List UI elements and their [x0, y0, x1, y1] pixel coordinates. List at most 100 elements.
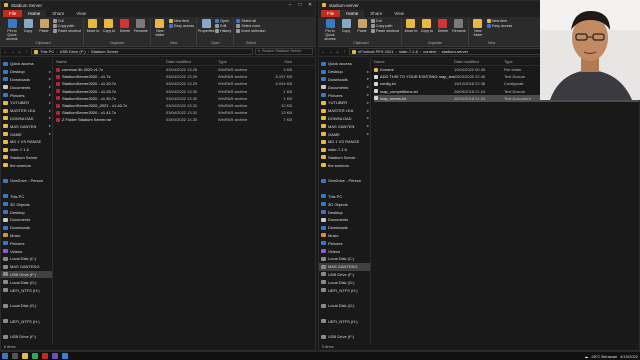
nav-item[interactable]: Downloads — [1, 224, 52, 232]
nav-item[interactable]: Music — [1, 232, 52, 240]
tab-view[interactable]: View — [70, 10, 92, 17]
forward-button[interactable]: → — [10, 49, 15, 55]
nav-item[interactable]: Videos — [319, 247, 370, 255]
column-type[interactable]: Type — [218, 59, 262, 64]
easy-access-button[interactable]: Easy access — [486, 24, 512, 28]
nav-item[interactable]: Downloads ✱ — [319, 76, 370, 84]
nav-item[interactable]: MAS GANTEN ✱ — [1, 122, 52, 130]
nav-item[interactable]: YUTUBER ✱ — [319, 99, 370, 107]
breadcrumb-this-pc[interactable]: This PC — [40, 49, 54, 54]
nav-item[interactable]: Pictures ✱ — [1, 91, 52, 99]
nav-item[interactable]: UEFI_NTFS (H:) — [319, 317, 370, 325]
nav-item[interactable]: OneDrive - Person — [1, 177, 52, 185]
copy-button[interactable]: Copy — [339, 19, 353, 41]
nav-item[interactable]: Documents ✱ — [319, 83, 370, 91]
nav-item[interactable]: Music — [319, 232, 370, 240]
copy-to-button[interactable]: Copy to — [420, 19, 434, 41]
nav-item[interactable]: Documents — [319, 216, 370, 224]
select-all-button[interactable]: Select all — [236, 19, 265, 23]
nav-item[interactable]: UEFI_NTFS (H:) — [319, 286, 370, 294]
breadcrumb-usb-drive[interactable]: USB Drive (F:) — [60, 49, 86, 54]
column-name[interactable]: Name — [56, 59, 166, 64]
file-row[interactable]: common lib 2020 v1.7z 03/04/2022 13.28 Win… — [56, 66, 315, 73]
column-size[interactable]: Size — [262, 59, 292, 64]
nav-item[interactable]: Pictures — [1, 239, 52, 247]
breadcrumb-stadium-server[interactable]: Stadium Server — [91, 49, 119, 54]
file-row[interactable]: StadiumServer2020 - v1.25.7z 03/04/2022 1… — [56, 88, 315, 95]
nav-item[interactable]: DOWNLOAD ✱ — [1, 115, 52, 123]
nav-item[interactable]: USB Drive (F:) — [1, 333, 52, 341]
pin-quick-access-button[interactable]: Pin to Quick access — [323, 19, 337, 41]
nav-item[interactable]: This PC — [319, 193, 370, 201]
app-icon[interactable] — [42, 353, 48, 359]
tab-home[interactable]: Home — [22, 10, 47, 17]
nav-item[interactable]: Local Disk (G:) — [319, 278, 370, 286]
tab-share[interactable]: Share — [364, 10, 388, 17]
nav-item[interactable]: Desktop — [319, 208, 370, 216]
tab-file[interactable]: File — [321, 10, 341, 17]
paste-shortcut-button[interactable]: Paste shortcut — [371, 29, 399, 33]
delete-button[interactable]: Delete — [118, 19, 132, 41]
nav-item[interactable]: Pictures — [319, 239, 370, 247]
back-button[interactable]: ← — [3, 49, 8, 55]
file-row[interactable]: StadiumServer2020 - v1.41.7z 03/04/2022 1… — [56, 109, 315, 116]
nav-item[interactable]: 3D Objects — [319, 200, 370, 208]
nav-item[interactable]: USB Drive (F:) — [319, 333, 370, 341]
nav-item[interactable]: Quick access — [1, 60, 52, 68]
move-to-button[interactable]: Move to — [86, 19, 100, 41]
nav-item[interactable]: Downloads — [319, 224, 370, 232]
forward-button[interactable]: → — [328, 49, 333, 55]
paste-shortcut-button[interactable]: Paste shortcut — [53, 29, 81, 33]
nav-item[interactable]: Pictures ✱ — [319, 91, 370, 99]
chrome-icon[interactable] — [32, 353, 38, 359]
nav-item[interactable]: USB Drive (F:) — [1, 270, 52, 279]
search-input[interactable]: ⌕ Search Stadium Server — [255, 48, 313, 55]
new-folder-button[interactable]: New folder — [471, 19, 485, 41]
nav-item[interactable]: YUTUBER ✱ — [1, 99, 52, 107]
nav-item[interactable]: 3D Objects — [1, 200, 52, 208]
recent-locations-button[interactable]: ⌄ — [17, 49, 22, 55]
easy-access-button[interactable]: Easy access — [168, 24, 194, 28]
app-icon[interactable] — [52, 353, 58, 359]
nav-item[interactable]: sider-7.1.6 — [319, 146, 370, 154]
nav-item[interactable]: USB Drive (F:) — [319, 271, 370, 279]
nav-item[interactable]: Quick access — [319, 60, 370, 68]
breadcrumb-content[interactable]: content — [423, 49, 436, 54]
copy-path-button[interactable]: Copy path — [53, 24, 81, 28]
tab-view[interactable]: View — [388, 10, 410, 17]
nav-item[interactable]: Local Disk (C:) — [1, 255, 52, 263]
nav-item[interactable]: MD 1 VS RANGE — [319, 138, 370, 146]
nav-item[interactable]: MASTER LEA ✱ — [1, 107, 52, 115]
up-button[interactable]: ↑ — [342, 49, 347, 55]
cut-button[interactable]: Cut — [371, 19, 399, 23]
column-date[interactable]: Date modified — [166, 59, 218, 64]
app-icon[interactable] — [62, 353, 68, 359]
nav-item[interactable]: MASTER LEA ✱ — [319, 107, 370, 115]
tab-file[interactable]: File — [3, 10, 23, 17]
nav-item[interactable]: Desktop ✱ — [319, 68, 370, 76]
nav-item[interactable]: Videos — [1, 247, 52, 255]
breadcrumb-stadium-server[interactable]: stadium-server — [442, 49, 468, 54]
nav-item[interactable]: Desktop — [1, 208, 52, 216]
invert-selection-button[interactable]: Invert selection — [236, 29, 266, 33]
nav-item[interactable]: Stadium Server — [319, 154, 370, 162]
close-button[interactable]: ✕ — [305, 1, 315, 9]
tab-home[interactable]: Home — [340, 10, 365, 17]
delete-button[interactable]: Delete — [436, 19, 450, 41]
minimize-button[interactable]: – — [285, 1, 295, 9]
column-type[interactable]: Type — [504, 59, 544, 64]
copy-to-button[interactable]: Copy to — [102, 19, 116, 41]
file-row[interactable]: StadiumServer2020_2021 - v1.40.7z 03/04/2… — [56, 102, 315, 109]
copy-path-button[interactable]: Copy path — [371, 24, 399, 28]
recent-locations-button[interactable]: ⌄ — [335, 49, 340, 55]
nav-item[interactable]: Downloads ✱ — [1, 76, 52, 84]
move-to-button[interactable]: Move to — [404, 19, 418, 41]
nav-item[interactable]: Stadium Server — [1, 154, 52, 162]
weather-text[interactable]: 26°C Berawan — [591, 354, 617, 359]
file-row[interactable]: StadiumServer2020 - v1.20.7z 03/04/2022 1… — [56, 80, 315, 87]
nav-item[interactable]: MAS GANTENG — [1, 263, 52, 271]
nav-item[interactable]: GAME ✱ — [1, 130, 52, 138]
breadcrumb-efootball[interactable]: eFootball PES 2021 — [358, 49, 394, 54]
open-button[interactable]: Open — [215, 19, 231, 23]
pin-quick-access-button[interactable]: Pin to Quick access — [5, 19, 19, 41]
